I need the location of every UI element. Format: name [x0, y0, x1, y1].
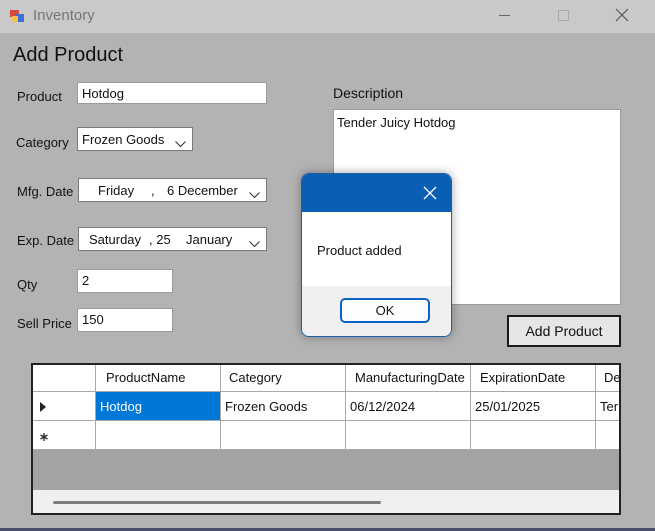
- table-cell[interactable]: 06/12/2024: [346, 392, 471, 421]
- category-value: Frozen Goods: [82, 132, 165, 147]
- dialog-title-bar[interactable]: [302, 174, 451, 212]
- qty-value: 2: [82, 273, 90, 288]
- row-header-cell[interactable]: [33, 421, 96, 450]
- column-header-category[interactable]: Category: [221, 365, 346, 392]
- product-label: Product: [17, 89, 62, 104]
- dialog-message: Product added: [317, 243, 402, 258]
- row-pointer-icon: [40, 402, 46, 412]
- table-cell[interactable]: 25/01/2025: [471, 392, 596, 421]
- table-cell[interactable]: [471, 421, 596, 450]
- sell-price-value: 150: [82, 312, 104, 327]
- table-cell[interactable]: Frozen Goods: [221, 392, 346, 421]
- mfg-date-value: 6 December: [167, 183, 238, 198]
- inventory-window: Inventory Add Product Product Hotdog Cat…: [0, 0, 655, 528]
- message-dialog: Product added OK: [301, 173, 452, 337]
- table-cell[interactable]: Ter: [596, 392, 619, 421]
- grid-header-row: ProductName Category ManufacturingDate E…: [33, 365, 619, 394]
- table-row[interactable]: Hotdog Frozen Goods 06/12/2024 25/01/202…: [33, 392, 619, 421]
- category-label: Category: [16, 135, 69, 150]
- mfg-day: Friday: [98, 183, 135, 198]
- product-value: Hotdog: [82, 86, 124, 101]
- mfg-date-picker[interactable]: Friday , 6 December: [78, 178, 267, 202]
- description-value: Tender Juicy Hotdog: [337, 115, 456, 130]
- scrollbar-thumb[interactable]: [53, 501, 381, 504]
- qty-input[interactable]: 2: [77, 269, 173, 293]
- column-header-description[interactable]: De: [596, 365, 619, 392]
- ok-button[interactable]: OK: [340, 298, 430, 323]
- table-cell[interactable]: [221, 421, 346, 450]
- chevron-down-icon: [249, 236, 260, 248]
- app-icon: [9, 8, 25, 24]
- close-icon[interactable]: [599, 0, 645, 33]
- row-header-cell[interactable]: [33, 392, 96, 421]
- column-header-productname[interactable]: ProductName: [96, 365, 221, 392]
- grid-corner-cell[interactable]: [33, 365, 96, 392]
- exp-day: Saturday: [89, 232, 142, 247]
- table-cell[interactable]: [346, 421, 471, 450]
- column-header-expirationdate[interactable]: ExpirationDate: [471, 365, 596, 392]
- exp-date-picker[interactable]: Saturday , 25 January: [78, 227, 267, 251]
- new-row[interactable]: [33, 421, 619, 450]
- horizontal-scrollbar[interactable]: [33, 490, 619, 513]
- table-cell[interactable]: [96, 421, 221, 450]
- mfg-sep: ,: [151, 183, 155, 198]
- sell-price-label: Sell Price: [17, 316, 72, 331]
- window-title: Inventory: [33, 7, 95, 24]
- close-icon[interactable]: [415, 180, 445, 206]
- mfg-date-label: Mfg. Date: [17, 184, 74, 199]
- new-row-asterisk-icon: [40, 433, 48, 441]
- product-input[interactable]: Hotdog: [77, 82, 267, 104]
- column-header-manufacturingdate[interactable]: ManufacturingDate: [346, 365, 471, 392]
- category-select[interactable]: Frozen Goods: [77, 127, 193, 151]
- minimize-icon[interactable]: [481, 0, 527, 33]
- sell-price-input[interactable]: 150: [77, 308, 173, 332]
- maximize-icon[interactable]: [540, 0, 586, 33]
- chevron-down-icon: [175, 136, 186, 148]
- table-cell[interactable]: [596, 421, 619, 450]
- chevron-down-icon: [249, 187, 260, 199]
- add-product-button[interactable]: Add Product: [507, 315, 621, 347]
- products-grid[interactable]: ProductName Category ManufacturingDate E…: [31, 363, 621, 515]
- table-cell[interactable]: Hotdog: [96, 392, 221, 421]
- qty-label: Qty: [17, 277, 38, 292]
- description-label: Description: [333, 85, 404, 101]
- title-bar[interactable]: Inventory: [0, 0, 655, 33]
- exp-date-value: January: [186, 232, 233, 247]
- dialog-footer: OK: [302, 286, 451, 336]
- exp-sep: , 25: [149, 232, 171, 247]
- exp-date-label: Exp. Date: [17, 233, 75, 248]
- page-title: Add Product: [13, 44, 124, 66]
